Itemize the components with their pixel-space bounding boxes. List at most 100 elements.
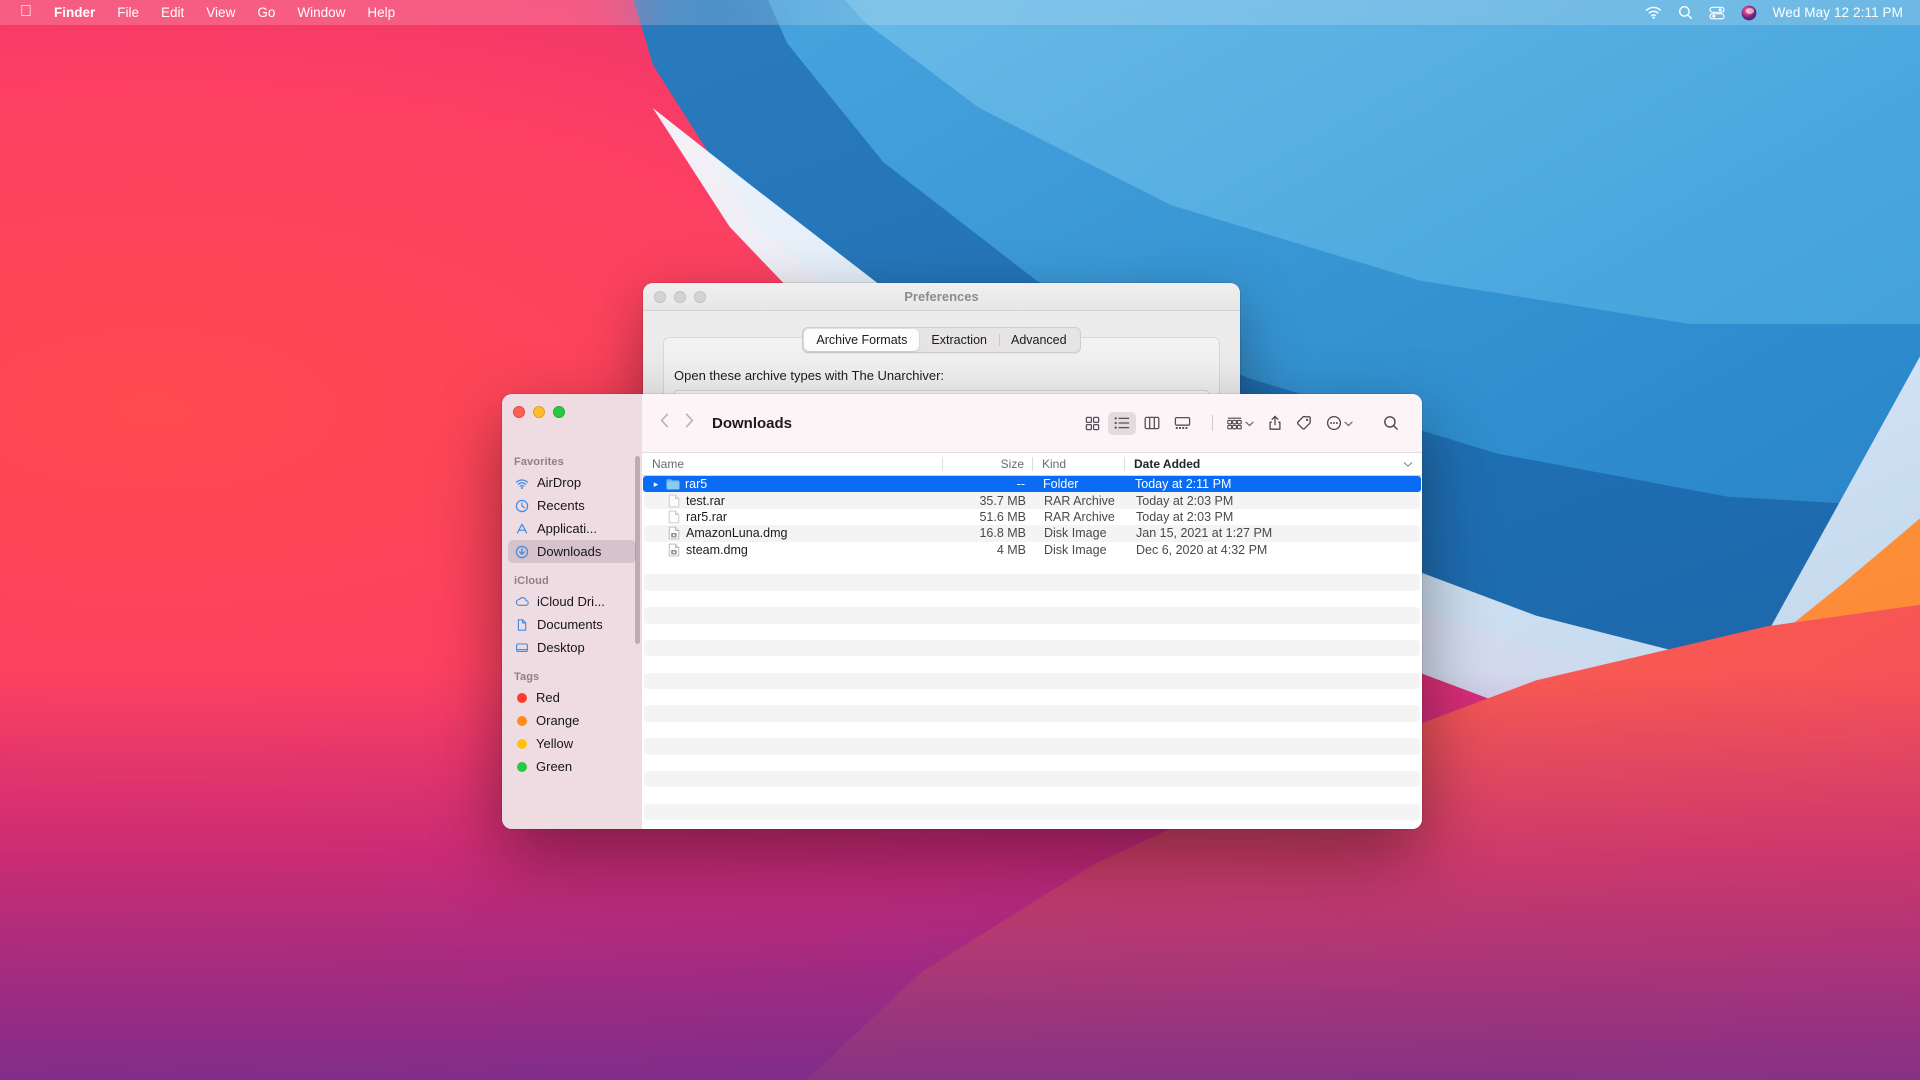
cloud-icon — [514, 594, 530, 610]
file-date-cell: Today at 2:03 PM — [1126, 510, 1420, 524]
empty-list-row[interactable] — [644, 755, 1420, 771]
sidebar-item-label: Downloads — [537, 544, 601, 559]
file-name-label: rar5 — [685, 477, 707, 491]
share-button[interactable] — [1261, 412, 1289, 435]
chevron-down-icon — [1344, 414, 1353, 432]
gallery-view-button[interactable] — [1168, 412, 1196, 435]
file-name-label: test.rar — [686, 494, 725, 508]
tag-dot-icon — [517, 762, 527, 772]
sidebar-item-desktop[interactable]: Desktop — [508, 636, 636, 659]
empty-list-row[interactable] — [644, 591, 1420, 607]
back-arrow-icon[interactable] — [660, 413, 669, 433]
icon-view-button[interactable] — [1078, 412, 1106, 435]
file-list[interactable]: ▸ rar5 -- Folder Today at 2:11 PM — [642, 476, 1422, 829]
sidebar-item-label: Desktop — [537, 640, 585, 655]
document-icon — [667, 510, 681, 524]
sidebar-item-applications[interactable]: Applicati... — [508, 517, 636, 540]
tab-extraction[interactable]: Extraction — [919, 329, 999, 351]
sidebar-item-tag-green[interactable]: Green — [508, 755, 636, 778]
empty-list-row[interactable] — [644, 558, 1420, 574]
sidebar-item-tag-orange[interactable]: Orange — [508, 709, 636, 732]
close-button[interactable] — [513, 406, 525, 418]
action-menu-button[interactable] — [1319, 412, 1360, 435]
empty-list-row[interactable] — [644, 607, 1420, 623]
empty-list-row[interactable] — [644, 787, 1420, 803]
sort-chevron-down-icon — [1403, 457, 1413, 471]
menu-bar-clock[interactable]: Wed May 12 2:11 PM — [1773, 5, 1903, 20]
menu-item-edit[interactable]: Edit — [150, 3, 195, 23]
sidebar-item-recents[interactable]: Recents — [508, 494, 636, 517]
table-row[interactable]: ▸ steam.dmg 4 MB Disk Image Dec 6, 2020 … — [644, 542, 1420, 558]
column-header-date-added[interactable]: Date Added — [1124, 453, 1422, 475]
siri-icon[interactable] — [1741, 5, 1757, 21]
menu-item-go[interactable]: Go — [246, 3, 286, 23]
empty-rows-container — [642, 558, 1422, 820]
menu-item-window[interactable]: Window — [286, 3, 356, 23]
file-size-cell: 51.6 MB — [944, 510, 1034, 524]
search-button[interactable] — [1376, 412, 1406, 435]
empty-list-row[interactable] — [644, 738, 1420, 754]
column-header-name[interactable]: Name — [642, 453, 942, 475]
menu-item-file[interactable]: File — [106, 3, 150, 23]
sidebar-item-tag-yellow[interactable]: Yellow — [508, 732, 636, 755]
view-mode-segmented-control — [1078, 412, 1196, 435]
table-row[interactable]: ▸ test.rar 35.7 MB RAR Archive Today at … — [644, 492, 1420, 508]
menu-item-help[interactable]: Help — [356, 3, 406, 23]
sidebar-section-tags: Tags — [502, 667, 642, 686]
tag-dot-icon — [517, 739, 527, 749]
empty-list-row[interactable] — [644, 574, 1420, 590]
empty-list-row[interactable] — [644, 705, 1420, 721]
sidebar-item-label: Recents — [537, 498, 585, 513]
column-header-date-added-label: Date Added — [1134, 457, 1200, 471]
column-header-size[interactable]: Size — [942, 453, 1032, 475]
empty-list-row[interactable] — [644, 804, 1420, 820]
empty-list-row[interactable] — [644, 624, 1420, 640]
menu-item-view[interactable]: View — [195, 3, 246, 23]
list-view-button[interactable] — [1108, 412, 1136, 435]
minimize-button[interactable] — [533, 406, 545, 418]
sidebar-item-icloud-drive[interactable]: iCloud Dri... — [508, 590, 636, 613]
empty-list-row[interactable] — [644, 722, 1420, 738]
table-row[interactable]: ▸ AmazonLuna.dmg 16.8 MB Disk Image Jan … — [644, 525, 1420, 541]
finder-toolbar: Downloads — [642, 394, 1422, 452]
table-row[interactable]: ▸ rar5.rar 51.6 MB RAR Archive Today at … — [644, 509, 1420, 525]
apple-logo-icon[interactable]:  — [12, 4, 43, 22]
tab-archive-formats[interactable]: Archive Formats — [804, 329, 919, 351]
tab-advanced[interactable]: Advanced — [999, 329, 1079, 351]
file-name-label: steam.dmg — [686, 543, 748, 557]
forward-arrow-icon[interactable] — [685, 413, 694, 433]
sidebar-item-tag-red[interactable]: Red — [508, 686, 636, 709]
finder-sidebar: Favorites AirDrop Recents Ap — [502, 394, 642, 829]
menu-item-finder[interactable]: Finder — [43, 3, 106, 23]
column-view-button[interactable] — [1138, 412, 1166, 435]
empty-list-row[interactable] — [644, 689, 1420, 705]
sidebar-item-label: Green — [536, 759, 572, 774]
empty-list-row[interactable] — [644, 771, 1420, 787]
sidebar-item-airdrop[interactable]: AirDrop — [508, 471, 636, 494]
file-name-cell: ▸ test.rar — [644, 494, 944, 508]
disclosure-placeholder-icon: ▸ — [652, 528, 662, 539]
tags-button[interactable] — [1289, 412, 1319, 435]
column-header-kind[interactable]: Kind — [1032, 453, 1124, 475]
preferences-titlebar[interactable]: Preferences — [643, 283, 1240, 311]
zoom-button[interactable] — [553, 406, 565, 418]
group-by-button[interactable] — [1219, 412, 1261, 435]
archive-types-label: Open these archive types with The Unarch… — [674, 368, 944, 383]
empty-list-row[interactable] — [644, 656, 1420, 672]
sidebar-scrollbar[interactable] — [635, 456, 640, 644]
file-size-cell: 35.7 MB — [944, 494, 1034, 508]
disclosure-triangle-icon[interactable]: ▸ — [651, 479, 661, 490]
table-row[interactable]: ▸ rar5 -- Folder Today at 2:11 PM — [643, 476, 1421, 492]
empty-list-row[interactable] — [644, 673, 1420, 689]
sidebar-item-documents[interactable]: Documents — [508, 613, 636, 636]
sidebar-section-icloud: iCloud — [502, 571, 642, 590]
disclosure-placeholder-icon: ▸ — [652, 495, 662, 506]
empty-list-row[interactable] — [644, 640, 1420, 656]
downloads-icon — [514, 544, 530, 560]
sidebar-item-downloads[interactable]: Downloads — [508, 540, 636, 563]
finder-traffic-lights[interactable] — [502, 394, 642, 418]
finder-window[interactable]: Favorites AirDrop Recents Ap — [502, 394, 1422, 829]
control-center-icon[interactable] — [1709, 6, 1725, 20]
wifi-icon[interactable] — [1645, 6, 1662, 19]
search-icon[interactable] — [1678, 5, 1693, 20]
